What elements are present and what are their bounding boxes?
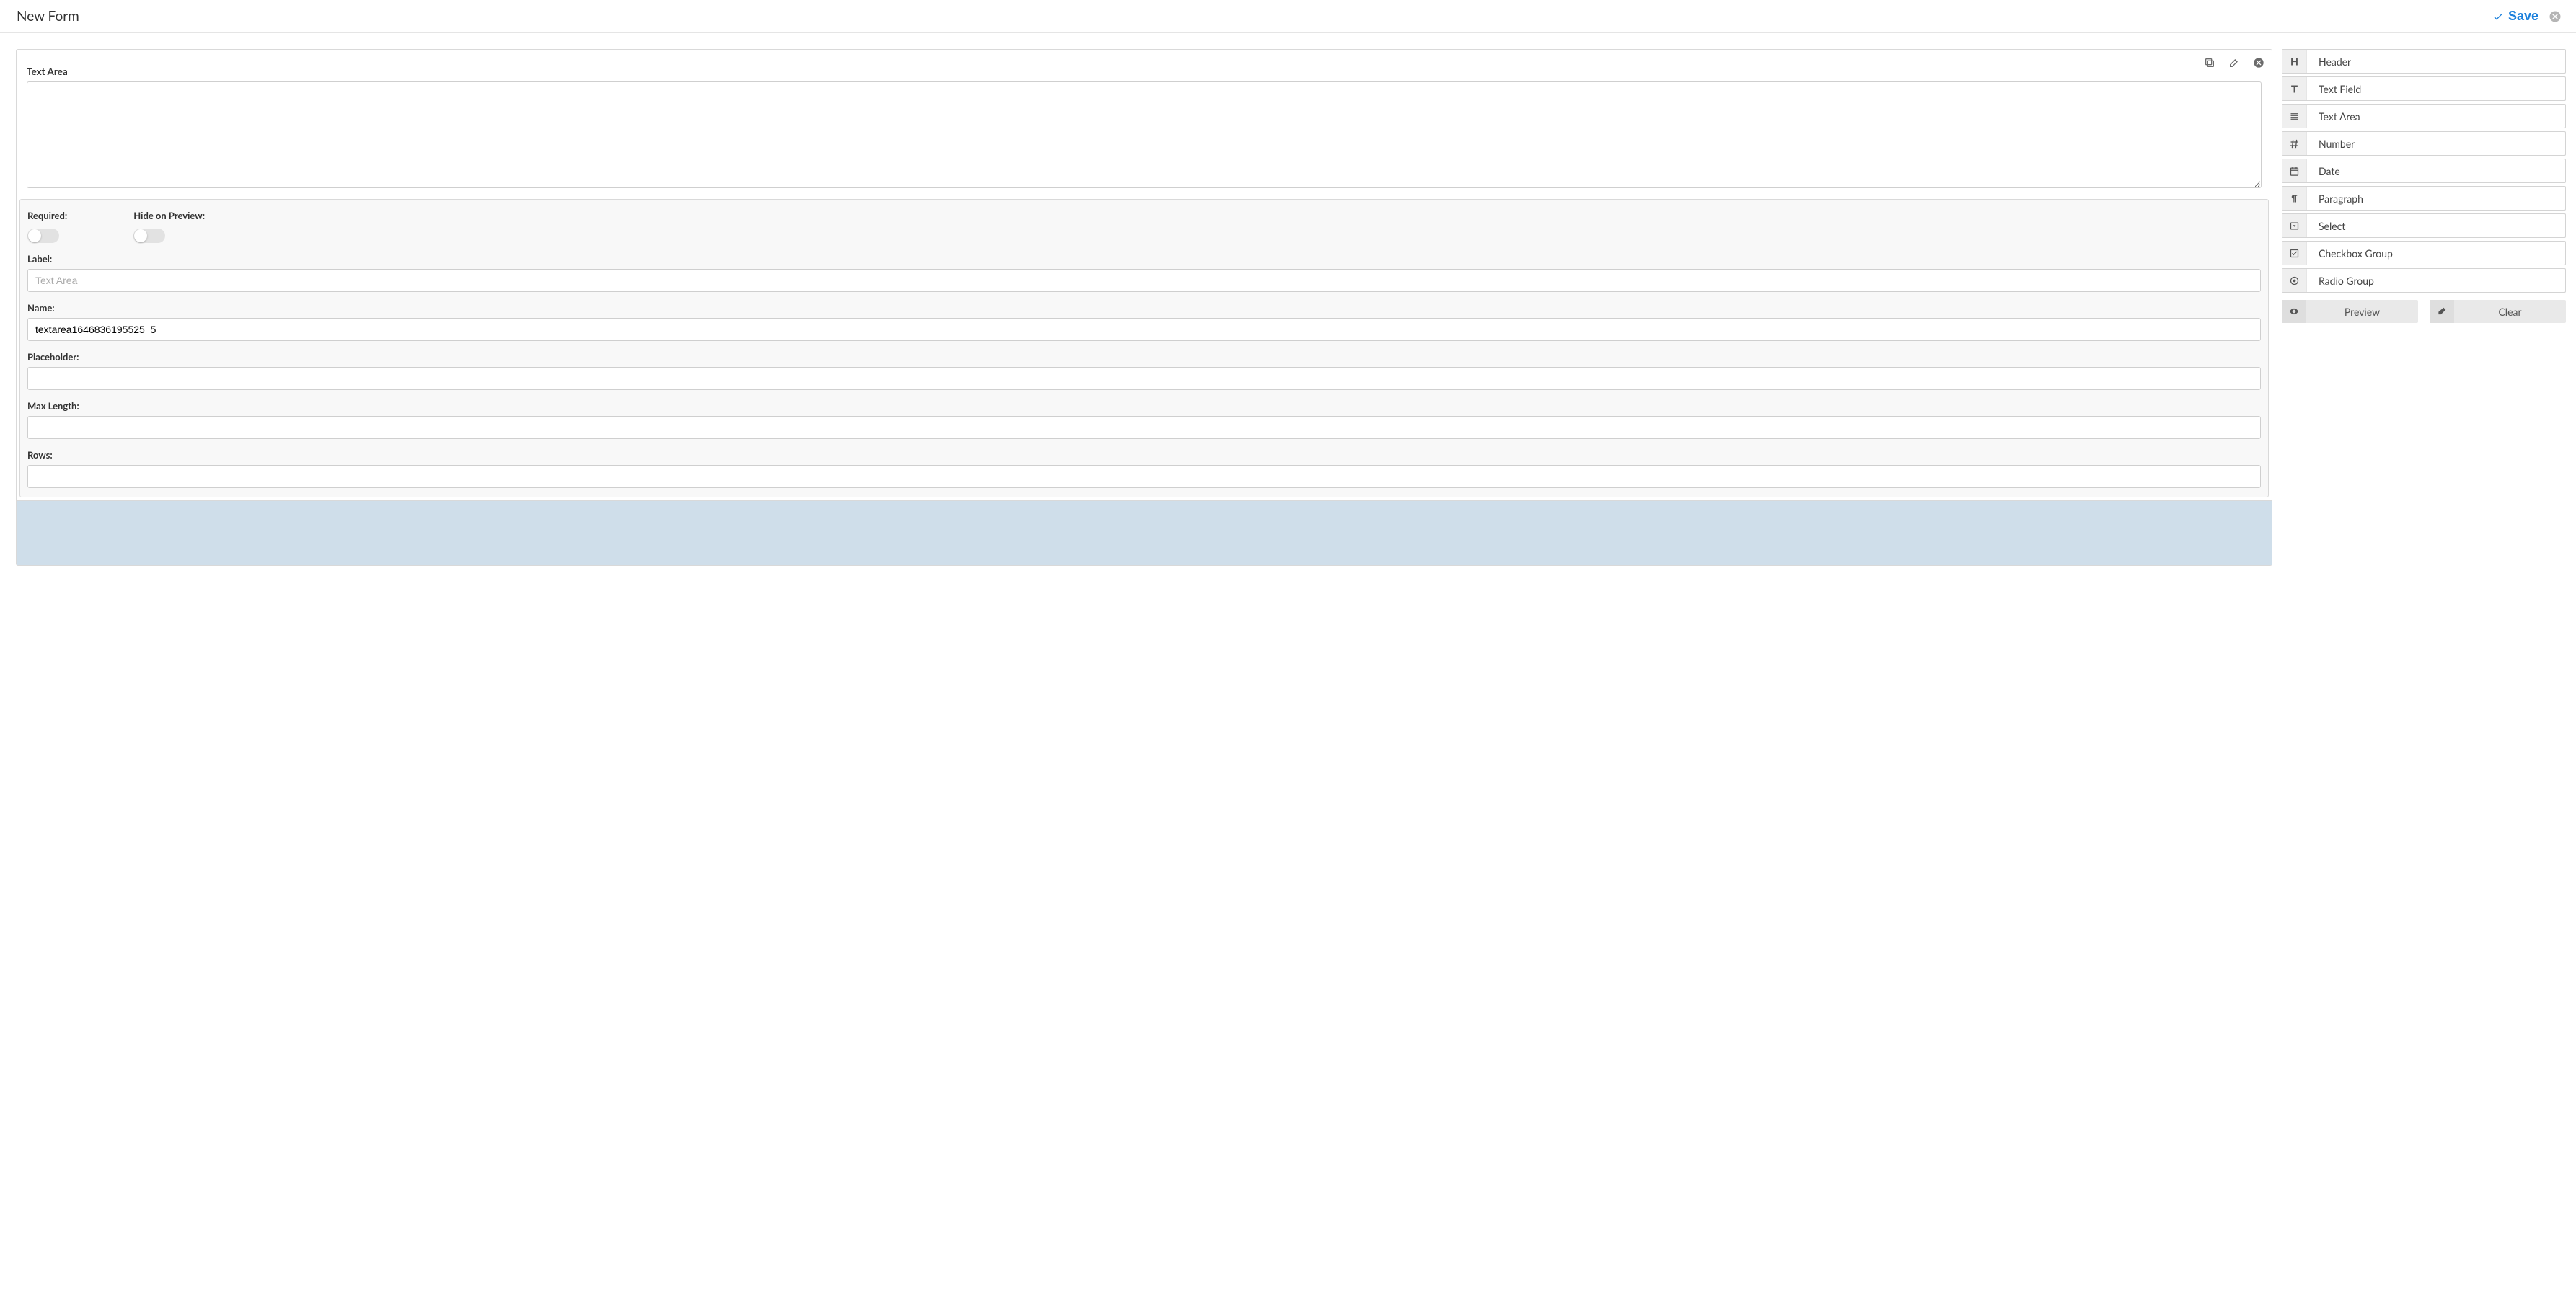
topbar-actions: Save — [2492, 9, 2562, 24]
close-button[interactable] — [2549, 10, 2562, 23]
eraser-icon — [2437, 306, 2447, 316]
close-icon — [2253, 57, 2264, 68]
palette-item-label: Header — [2307, 50, 2565, 73]
rows-input[interactable] — [27, 465, 2261, 488]
palette-item-label: Text Area — [2307, 105, 2565, 128]
check-icon — [2492, 11, 2504, 22]
canvas-drop-zone[interactable] — [17, 500, 2272, 565]
rows-label: Rows: — [27, 449, 2261, 461]
palette-item-header[interactable]: Header — [2282, 49, 2566, 74]
save-button-label: Save — [2508, 9, 2538, 24]
clear-button[interactable]: Clear — [2430, 300, 2566, 323]
name-input[interactable] — [27, 318, 2261, 341]
palette-column: Header Text Field Text Area Number Date Parag… — [2282, 49, 2566, 323]
close-icon — [2549, 10, 2562, 23]
topbar: New Form Save — [0, 0, 2576, 33]
placeholder-input[interactable] — [27, 367, 2261, 390]
clear-button-label: Clear — [2454, 300, 2566, 323]
dropdown-icon — [2282, 214, 2307, 237]
palette-item-label: Date — [2307, 159, 2565, 182]
textarea-preview[interactable] — [27, 81, 2262, 188]
label-label: Label: — [27, 253, 2261, 265]
placeholder-label: Placeholder: — [27, 351, 2261, 363]
palette-item-label: Number — [2307, 132, 2565, 155]
palette-item-checkboxgroup[interactable]: Checkbox Group — [2282, 241, 2566, 265]
palette-item-date[interactable]: Date — [2282, 159, 2566, 183]
delete-button[interactable] — [2253, 57, 2264, 68]
page-title: New Form — [17, 8, 79, 25]
required-label: Required: — [27, 210, 67, 221]
name-label: Name: — [27, 302, 2261, 314]
palette-item-paragraph[interactable]: Paragraph — [2282, 186, 2566, 211]
palette-item-select[interactable]: Select — [2282, 213, 2566, 238]
radio-icon — [2282, 269, 2307, 292]
palette-item-label: Checkbox Group — [2307, 242, 2565, 265]
canvas-column: Text Area Required: Hide on Preview: Lab… — [16, 49, 2272, 566]
heading-icon — [2282, 50, 2307, 73]
palette-item-label: Text Field — [2307, 77, 2565, 100]
palette-item-label: Select — [2307, 214, 2565, 237]
palette-item-number[interactable]: Number — [2282, 131, 2566, 156]
field-settings-panel: Required: Hide on Preview: Label: Name: — [19, 199, 2269, 497]
hash-icon — [2282, 132, 2307, 155]
hide-on-preview-label: Hide on Preview: — [133, 210, 205, 221]
duplicate-button[interactable] — [2204, 57, 2215, 68]
palette-item-label: Paragraph — [2307, 187, 2565, 210]
field-toolbar — [2204, 57, 2264, 68]
edit-icon — [2228, 57, 2240, 68]
preview-button[interactable]: Preview — [2282, 300, 2418, 323]
preview-button-label: Preview — [2306, 300, 2418, 323]
pilcrow-icon — [2282, 187, 2307, 210]
palette-item-label: Radio Group — [2307, 269, 2565, 292]
save-button[interactable]: Save — [2492, 9, 2538, 24]
required-toggle[interactable] — [27, 229, 59, 243]
edit-button[interactable] — [2228, 57, 2240, 68]
field-card-textarea[interactable]: Text Area — [17, 50, 2272, 190]
maxlength-input[interactable] — [27, 416, 2261, 439]
canvas: Text Area Required: Hide on Preview: Lab… — [16, 49, 2272, 566]
palette-list: Header Text Field Text Area Number Date Parag… — [2282, 49, 2566, 293]
field-type-label: Text Area — [27, 66, 2262, 77]
copy-icon — [2204, 57, 2215, 68]
checkbox-icon — [2282, 242, 2307, 265]
maxlength-label: Max Length: — [27, 400, 2261, 412]
palette-item-textarea[interactable]: Text Area — [2282, 104, 2566, 128]
workspace: Text Area Required: Hide on Preview: Lab… — [0, 33, 2576, 582]
hide-on-preview-toggle[interactable] — [133, 229, 165, 243]
eye-icon — [2289, 306, 2299, 316]
lines-icon — [2282, 105, 2307, 128]
palette-item-radiogroup[interactable]: Radio Group — [2282, 268, 2566, 293]
label-input[interactable] — [27, 269, 2261, 292]
palette-item-textfield[interactable]: Text Field — [2282, 76, 2566, 101]
calendar-icon — [2282, 159, 2307, 182]
text-cursor-icon — [2282, 77, 2307, 100]
